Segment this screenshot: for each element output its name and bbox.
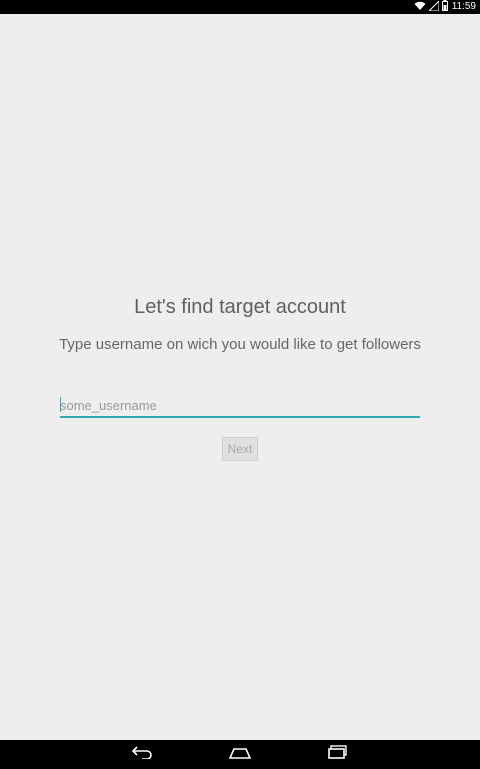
status-icons: 11:59 bbox=[414, 0, 476, 14]
status-time: 11:59 bbox=[451, 1, 476, 12]
recents-icon bbox=[327, 745, 349, 764]
input-underline bbox=[60, 416, 420, 418]
recents-button[interactable] bbox=[318, 740, 358, 769]
status-bar: 11:59 bbox=[0, 0, 480, 14]
back-button[interactable] bbox=[122, 740, 162, 769]
navigation-bar bbox=[0, 740, 480, 769]
main-content: Let's find target account Type username … bbox=[0, 14, 480, 740]
back-icon bbox=[130, 745, 154, 764]
home-icon bbox=[228, 745, 252, 764]
username-input[interactable] bbox=[60, 394, 420, 416]
page-title: Let's find target account bbox=[134, 296, 346, 318]
page-subtitle: Type username on wich you would like to … bbox=[59, 336, 421, 353]
text-cursor bbox=[60, 397, 61, 412]
next-button[interactable]: Next bbox=[222, 437, 258, 461]
home-button[interactable] bbox=[220, 740, 260, 769]
username-field[interactable] bbox=[60, 394, 420, 418]
